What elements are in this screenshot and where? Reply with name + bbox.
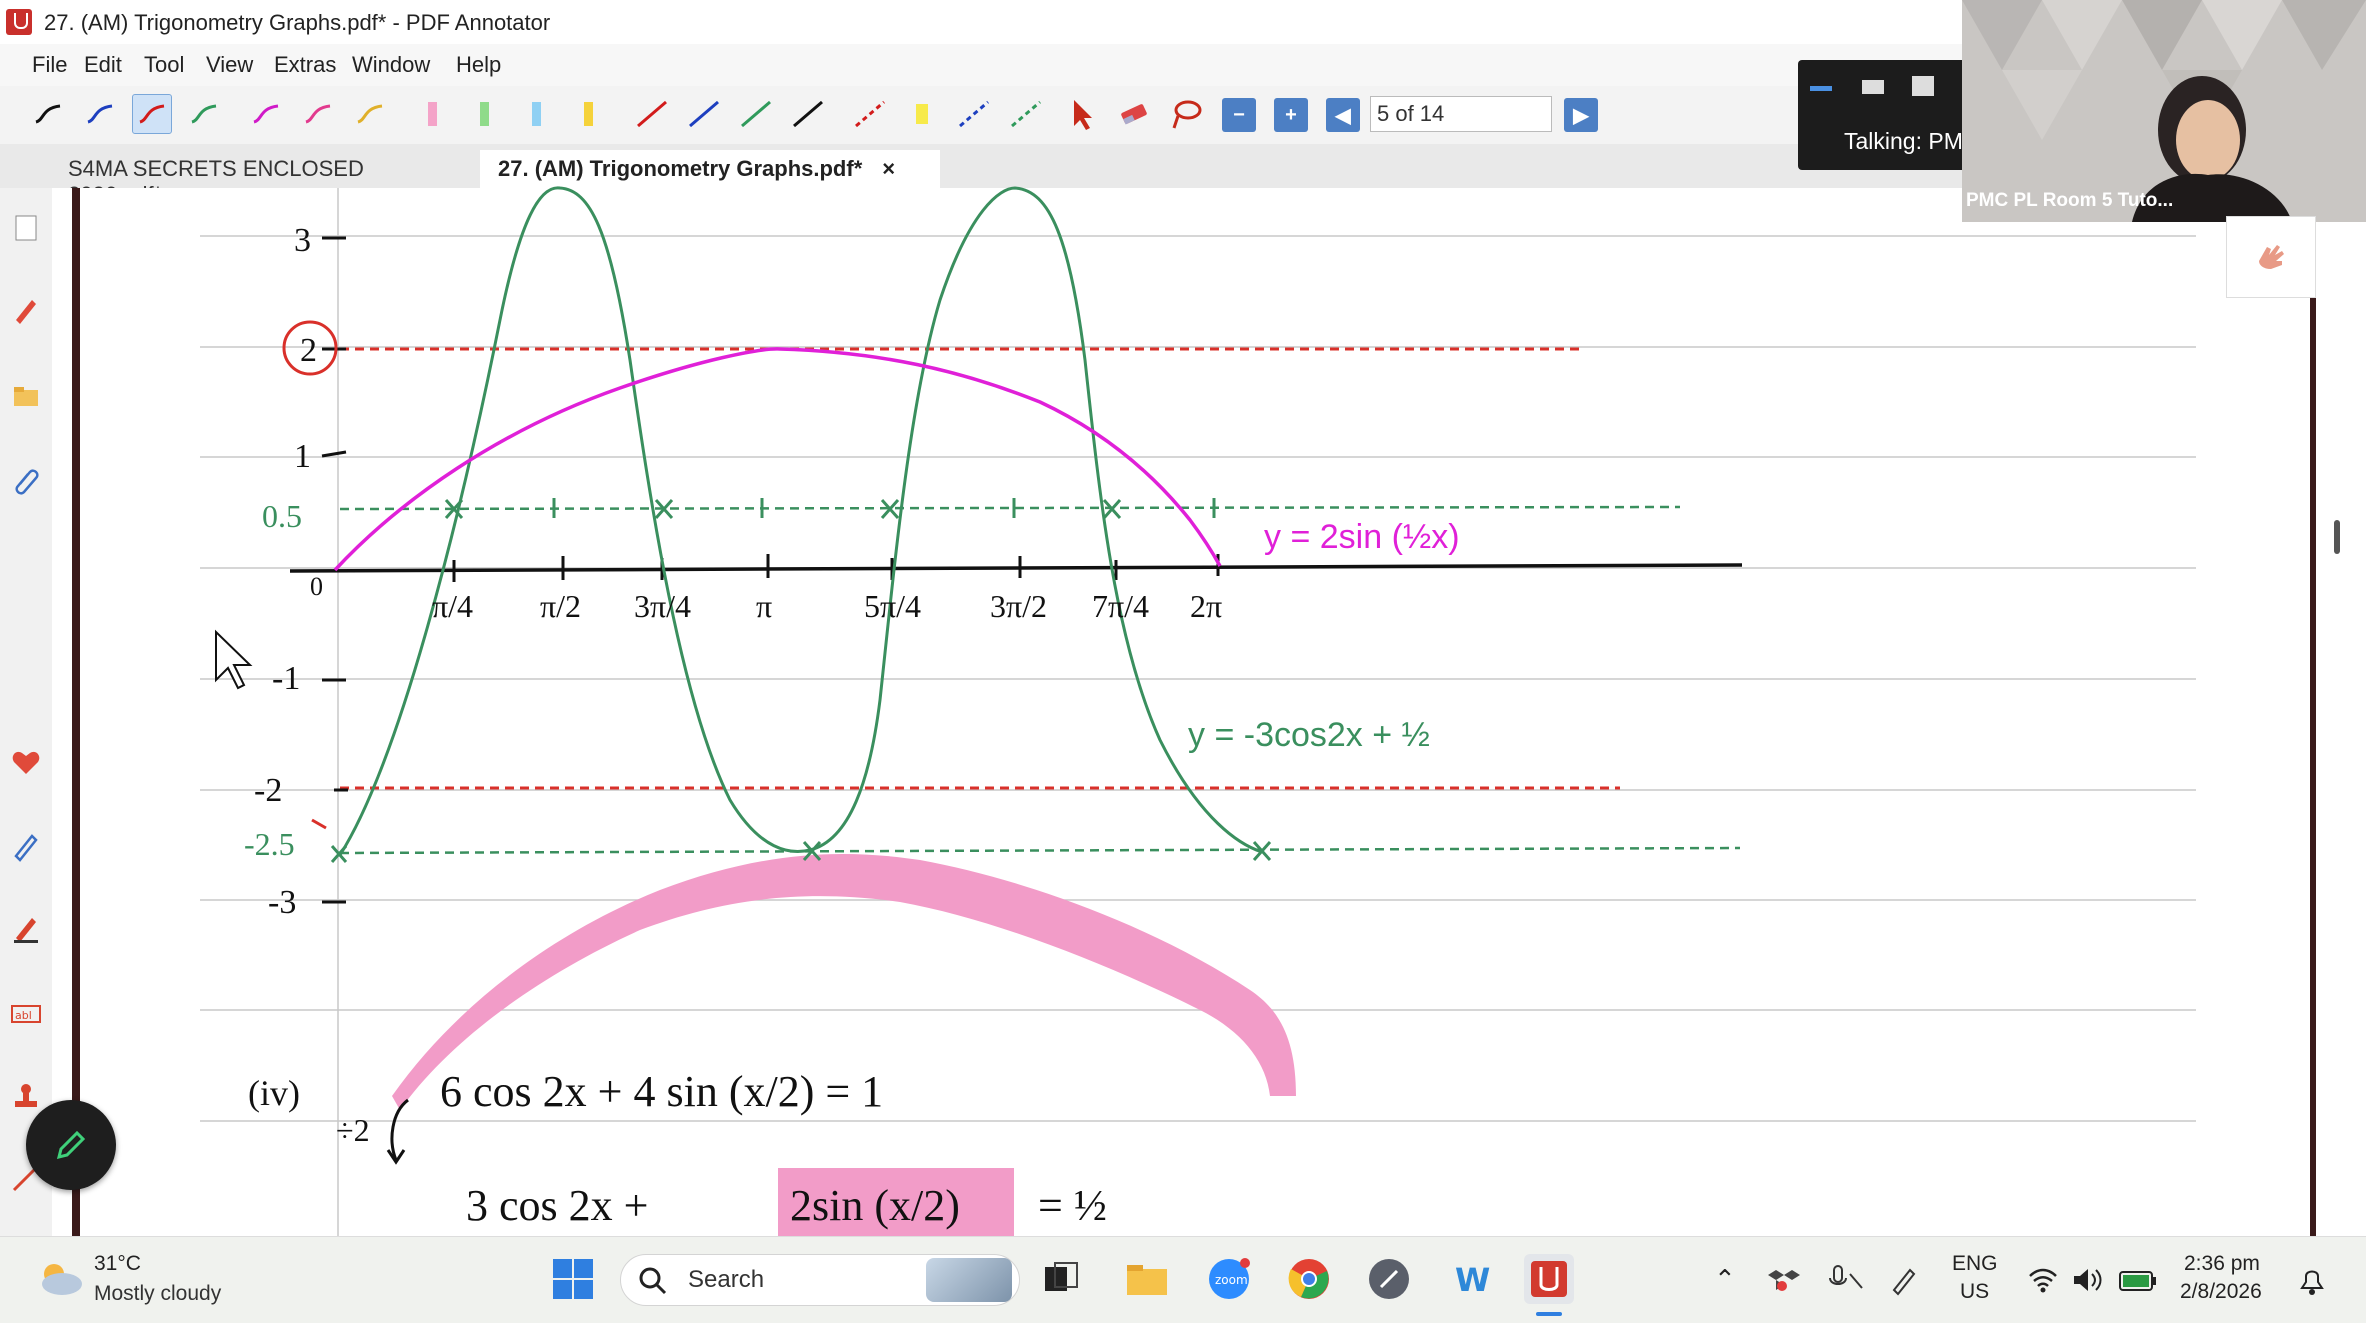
chrome-button[interactable] [1284,1254,1334,1304]
y-tick-minus-3: -3 [268,884,297,921]
windows-logo-icon [553,1259,593,1299]
clock-time[interactable]: 2:36 pm [2184,1252,2260,1276]
participant-video [1962,0,2366,222]
search-icon [639,1267,667,1295]
equation-line-2-left: 3 cos 2x + [466,1181,649,1230]
x-tick-3pi-2: 3π/2 [990,588,1048,624]
taskbar [0,1236,2366,1323]
wifi-icon[interactable] [2028,1266,2058,1294]
equation-line-1: 6 cos 2x + 4 sin (x/2) = 1 [440,1067,884,1116]
chrome-icon [1288,1259,1329,1299]
start-button[interactable] [548,1254,598,1304]
cosine-curve-label: y = -3cos2x + ½ [1188,716,1430,754]
system-app-button[interactable] [1364,1254,1414,1304]
x-tick-7pi-4: 7π/4 [1092,588,1150,624]
green-cosine-curve [338,186,1263,856]
volume-icon[interactable] [2072,1266,2104,1294]
cloudy-weather-icon [42,1264,82,1295]
zoom-app-button[interactable]: zoom [1204,1254,1254,1304]
x-tick-3pi-4: 3π/4 [634,588,692,624]
svg-text:W: W [1455,1261,1490,1299]
minimize-icon[interactable] [1810,86,1832,91]
compass-icon [1369,1259,1409,1299]
x-tick-pi: π [756,588,773,624]
w-app-icon: W [1455,1261,1490,1299]
y-tick-0-5: 0.5 [262,498,302,534]
clock-date[interactable]: 2/8/2026 [2180,1280,2262,1304]
vertical-scrollbar[interactable] [2334,520,2340,554]
sine-curve-label: y = 2sin (½x) [1264,518,1460,556]
y-tick-2: 2 [300,332,317,369]
part-iv-label: (iv) [248,1073,300,1113]
y-tick-minus-1: -1 [272,660,301,697]
file-explorer-button[interactable] [1122,1254,1172,1304]
pen-settings-icon[interactable] [1888,1264,1920,1296]
raised-hand-icon [2259,245,2284,269]
participant-name: PMC PL Room 5 Tuto... [1966,190,2174,211]
task-view-button[interactable] [1036,1254,1086,1304]
x-tick-pi-2: π/2 [540,588,582,624]
search-highlight-image [926,1258,1012,1302]
x-tick-pi-4: π/4 [432,588,474,624]
battery-icon[interactable] [2118,1266,2158,1294]
pdf-annotator-taskbar-button[interactable] [1524,1254,1574,1304]
divide-by-two-note: ÷2 [336,1112,370,1148]
y-tick-3: 3 [294,222,311,259]
language-secondary[interactable]: US [1960,1280,1989,1304]
x-tick-2pi: 2π [1190,588,1223,624]
equation-line-2-right: = ½ [1038,1181,1107,1230]
folder-icon [1127,1265,1167,1295]
search-placeholder: Search [688,1266,765,1293]
dropbox-icon[interactable] [1768,1264,1800,1296]
origin-label: 0 [310,572,323,601]
restore-icon[interactable] [1862,80,1884,94]
task-view-icon [1045,1262,1078,1291]
y-tick-minus-2-5: -2.5 [244,826,295,862]
zoom-icon: zoom [1209,1258,1250,1299]
weather-temperature: 31°C [94,1252,141,1275]
weather-description: Mostly cloudy [94,1282,222,1305]
word-app-button[interactable]: W [1444,1254,1494,1304]
notification-icon[interactable] [2296,1264,2328,1296]
show-hidden-icons[interactable]: ⌃ [1714,1264,1736,1295]
y-tick-1: 1 [294,438,311,475]
active-app-indicator [1536,1312,1562,1316]
pdf-annotator-icon [1531,1261,1567,1297]
language-primary[interactable]: ENG [1952,1252,1998,1276]
raise-hand-button[interactable] [2226,216,2316,298]
svg-text:zoom: zoom [1215,1273,1248,1287]
equation-line-2-highlighted: 2sin (x/2) [790,1181,960,1230]
menu-grid-icon[interactable] [1912,76,1934,96]
floating-pen-button[interactable] [26,1100,116,1190]
y-tick-minus-2: -2 [254,772,283,809]
pen-icon [56,1130,86,1160]
talking-indicator: Talking: PM [1844,128,1963,154]
x-tick-5pi-4: 5π/4 [864,588,922,624]
microphone-icon[interactable] [1828,1264,1864,1296]
